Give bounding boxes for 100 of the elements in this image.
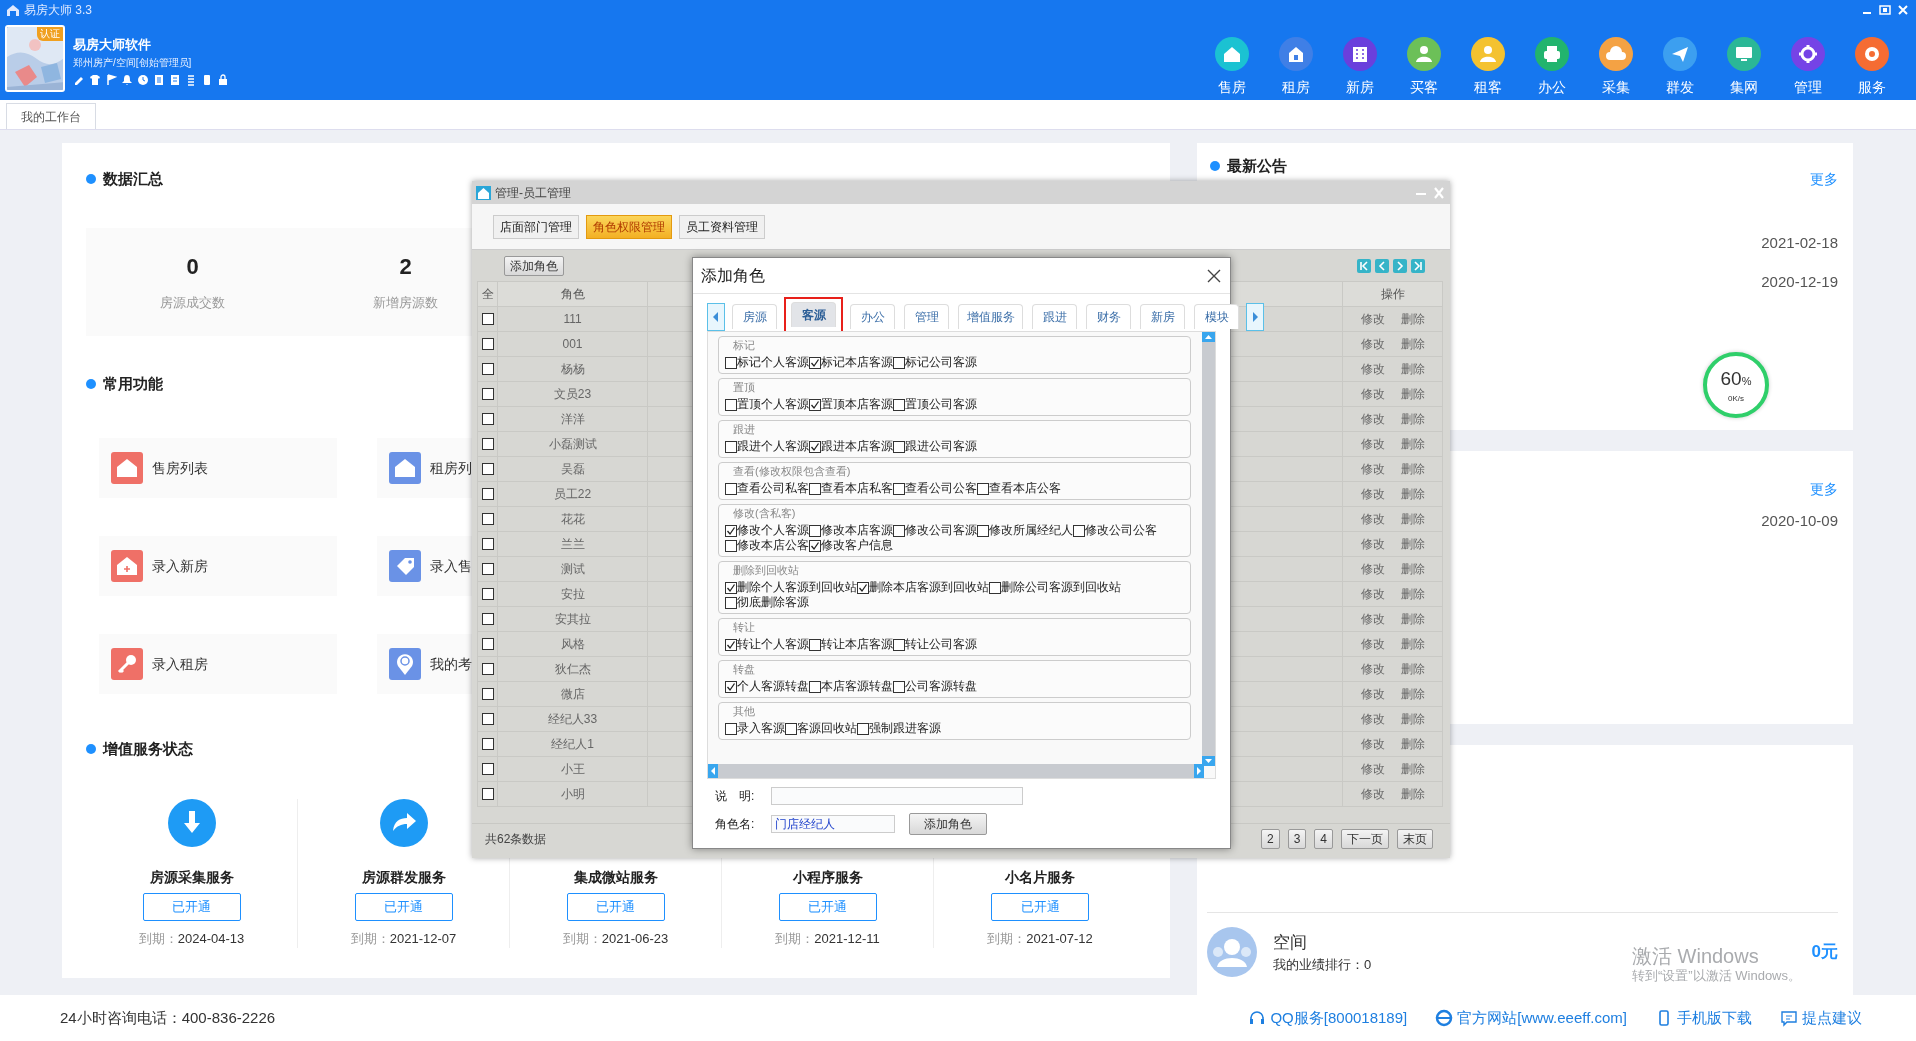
- checkbox[interactable]: [481, 738, 494, 750]
- paper-plane-icon[interactable]: [1663, 37, 1697, 71]
- tab[interactable]: 管理: [904, 304, 949, 329]
- checkbox-label[interactable]: 查看本店公客: [989, 481, 1061, 496]
- action-link[interactable]: 修改: [1360, 710, 1385, 728]
- checkbox[interactable]: [481, 788, 494, 800]
- status-button[interactable]: 已开通: [142, 892, 241, 921]
- list-icon[interactable]: [185, 73, 197, 86]
- function-label[interactable]: 录入售: [430, 555, 472, 577]
- checkbox-label[interactable]: 置顶本店客源: [821, 397, 893, 412]
- lock-icon[interactable]: [217, 73, 229, 86]
- phone-icon[interactable]: [201, 73, 213, 86]
- add-role-button[interactable]: 添加角色: [504, 255, 564, 276]
- checkbox-label[interactable]: 标记公司客源: [905, 355, 977, 370]
- tab[interactable]: 客源: [791, 302, 836, 327]
- page-tab[interactable]: 我的工作台: [6, 103, 96, 129]
- action-link[interactable]: 删除: [1400, 610, 1425, 628]
- action-link[interactable]: 修改: [1360, 735, 1385, 753]
- checkbox-label[interactable]: 删除公司客源到回收站: [1001, 580, 1121, 595]
- action-link[interactable]: 删除: [1400, 510, 1425, 528]
- checkbox[interactable]: [481, 463, 494, 475]
- checkbox-label[interactable]: 置顶个人客源: [737, 397, 809, 412]
- checkbox-label[interactable]: 查看公司私客: [737, 481, 809, 496]
- checkbox[interactable]: [725, 722, 737, 735]
- scroll-left-icon[interactable]: [707, 303, 725, 331]
- clock-icon[interactable]: [137, 73, 149, 86]
- scroll-right-icon[interactable]: [1246, 303, 1264, 331]
- printer-icon[interactable]: [1535, 37, 1569, 71]
- page-button[interactable]: 4: [1314, 828, 1333, 849]
- action-link[interactable]: 删除: [1400, 710, 1425, 728]
- nav-label[interactable]: 租房: [1282, 77, 1310, 98]
- footer-link[interactable]: QQ服务[800018189]: [1248, 1006, 1408, 1030]
- function-tile[interactable]: 售房列表: [99, 438, 337, 498]
- checkbox[interactable]: [725, 398, 737, 411]
- page-button[interactable]: 末页: [1397, 828, 1433, 849]
- tab[interactable]: 角色权限管理: [586, 214, 672, 239]
- checkbox-label[interactable]: 查看公司公客: [905, 481, 977, 496]
- action-link[interactable]: 修改: [1360, 685, 1385, 703]
- function-tile[interactable]: 录入售: [377, 536, 472, 596]
- action-link[interactable]: 修改: [1360, 335, 1385, 353]
- checkbox[interactable]: [481, 488, 494, 500]
- status-button[interactable]: 已开通: [778, 892, 877, 921]
- checkbox[interactable]: [893, 638, 905, 651]
- checkbox-label[interactable]: 标记个人客源: [737, 355, 809, 370]
- action-link[interactable]: 删除: [1400, 635, 1425, 653]
- checkbox-label[interactable]: 跟进个人客源: [737, 439, 809, 454]
- nav-label[interactable]: 集网: [1730, 77, 1758, 98]
- nav-label[interactable]: 采集: [1602, 77, 1630, 98]
- action-link[interactable]: 删除: [1400, 335, 1425, 353]
- close-icon[interactable]: [1206, 267, 1222, 284]
- tab[interactable]: 新房: [1140, 304, 1185, 329]
- restore-icon[interactable]: [1878, 4, 1892, 16]
- checkbox[interactable]: [1073, 524, 1085, 537]
- action-link[interactable]: 修改: [1360, 360, 1385, 378]
- checkbox[interactable]: [809, 356, 821, 369]
- action-link[interactable]: 删除: [1400, 685, 1425, 703]
- checkbox-label[interactable]: 录入客源: [737, 721, 785, 736]
- checkbox[interactable]: [481, 638, 494, 650]
- action-link[interactable]: 删除: [1400, 735, 1425, 753]
- person-icon[interactable]: [1471, 37, 1505, 71]
- function-tile[interactable]: 我的考: [377, 634, 472, 694]
- action-link[interactable]: 删除: [1400, 585, 1425, 603]
- checkbox[interactable]: [481, 338, 494, 350]
- action-link[interactable]: 修改: [1360, 460, 1385, 478]
- action-link[interactable]: 修改: [1360, 660, 1385, 678]
- nav-label[interactable]: 服务: [1858, 77, 1886, 98]
- action-link[interactable]: 修改: [1360, 385, 1385, 403]
- checkbox-label[interactable]: 个人客源转盘: [737, 679, 809, 694]
- checkbox[interactable]: [725, 440, 737, 453]
- checkbox-label[interactable]: 强制跟进客源: [869, 721, 941, 736]
- cloud-icon[interactable]: [1599, 37, 1633, 71]
- more-link[interactable]: 更多: [1810, 479, 1838, 500]
- checkbox[interactable]: [893, 680, 905, 693]
- checkbox[interactable]: [481, 313, 494, 325]
- checkbox[interactable]: [481, 413, 494, 425]
- checkbox[interactable]: [893, 440, 905, 453]
- vertical-scrollbar[interactable]: [1202, 332, 1215, 766]
- action-link[interactable]: 修改: [1360, 635, 1385, 653]
- tab[interactable]: 跟进: [1032, 304, 1077, 329]
- checkbox[interactable]: [989, 581, 1001, 594]
- footer-link[interactable]: 官方网站[www.eeeff.com]: [1435, 1006, 1627, 1030]
- tab[interactable]: 财务: [1086, 304, 1131, 329]
- add-role-button[interactable]: 添加角色: [909, 813, 987, 835]
- checkbox[interactable]: [481, 588, 494, 600]
- checkbox[interactable]: [977, 482, 989, 495]
- action-link[interactable]: 修改: [1360, 310, 1385, 328]
- action-link[interactable]: 删除: [1400, 785, 1425, 803]
- action-link[interactable]: 删除: [1400, 385, 1425, 403]
- footer-link[interactable]: 手机版下载: [1655, 1006, 1752, 1030]
- nav-label[interactable]: 群发: [1666, 77, 1694, 98]
- action-link[interactable]: 删除: [1400, 435, 1425, 453]
- page-button[interactable]: 下一页: [1341, 828, 1389, 849]
- checkbox-label[interactable]: 本店客源转盘: [821, 679, 893, 694]
- checkbox[interactable]: [809, 398, 821, 411]
- function-label[interactable]: 录入租房: [152, 653, 208, 675]
- checkbox[interactable]: [481, 363, 494, 375]
- checkbox-label[interactable]: 删除本店客源到回收站: [869, 580, 989, 595]
- checkbox[interactable]: [481, 663, 494, 675]
- tab[interactable]: 模块: [1194, 304, 1239, 329]
- checkbox[interactable]: [809, 482, 821, 495]
